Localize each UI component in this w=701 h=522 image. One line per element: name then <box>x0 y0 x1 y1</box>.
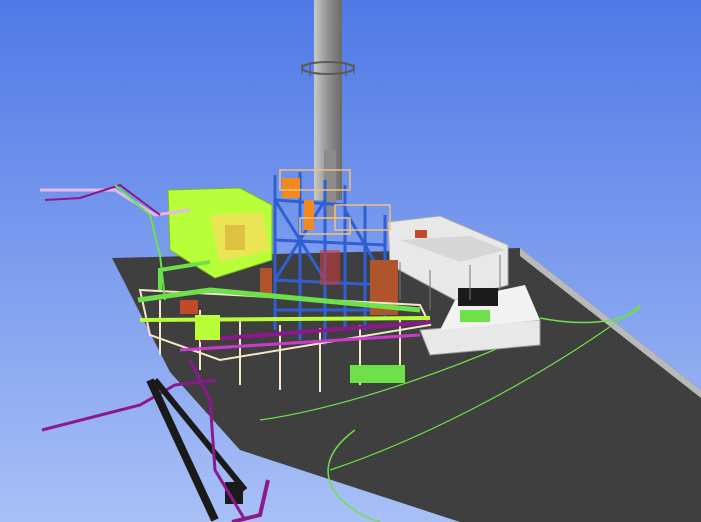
plant-model-scene[interactable] <box>0 0 701 522</box>
3d-plant-viewport[interactable] <box>0 0 701 522</box>
